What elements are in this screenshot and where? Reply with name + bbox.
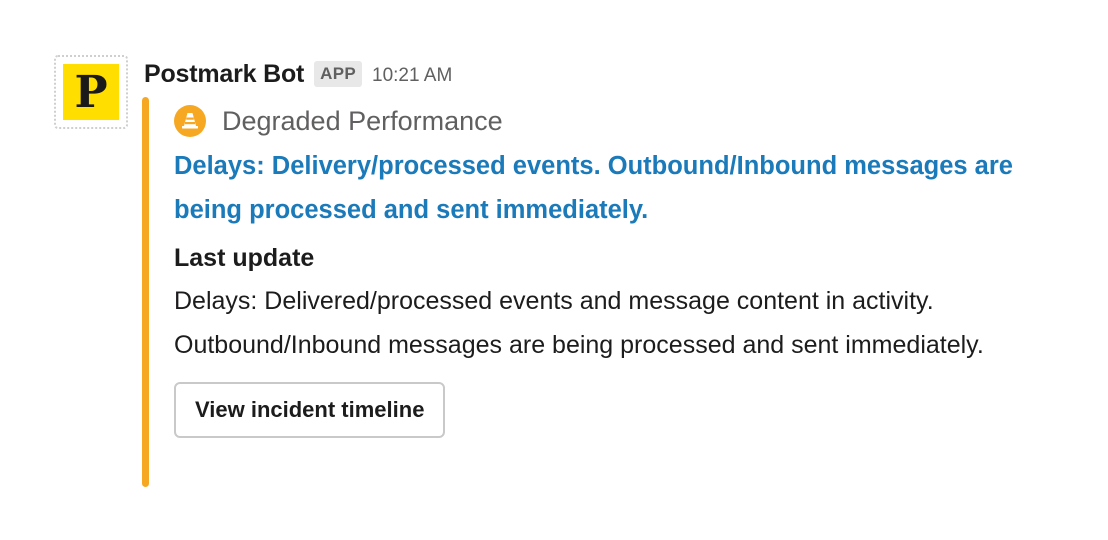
attachment-accent-bar — [142, 97, 149, 487]
avatar[interactable]: P — [54, 55, 128, 129]
incident-title-link[interactable]: Delays: Delivery/processed events. Outbo… — [174, 144, 1074, 232]
app-badge: APP — [314, 61, 362, 87]
message-header: Postmark Bot APP 10:21 AM — [144, 57, 452, 91]
chat-message: P Postmark Bot APP 10:21 AM Degraded Per… — [0, 0, 1108, 540]
avatar-letter: P — [74, 67, 108, 118]
field-value: Delays: Delivered/processed events and m… — [174, 287, 984, 359]
traffic-cone-icon — [174, 105, 206, 137]
view-incident-timeline-button[interactable]: View incident timeline — [174, 382, 446, 438]
attachment: Degraded Performance Delays: Delivery/pr… — [174, 98, 1074, 438]
timestamp[interactable]: 10:21 AM — [372, 65, 452, 87]
avatar-logo: P — [63, 64, 119, 120]
sender-name[interactable]: Postmark Bot — [144, 60, 304, 89]
field-title: Last update — [174, 244, 315, 272]
status-row: Degraded Performance — [174, 98, 1074, 144]
status-text: Degraded Performance — [222, 105, 503, 136]
